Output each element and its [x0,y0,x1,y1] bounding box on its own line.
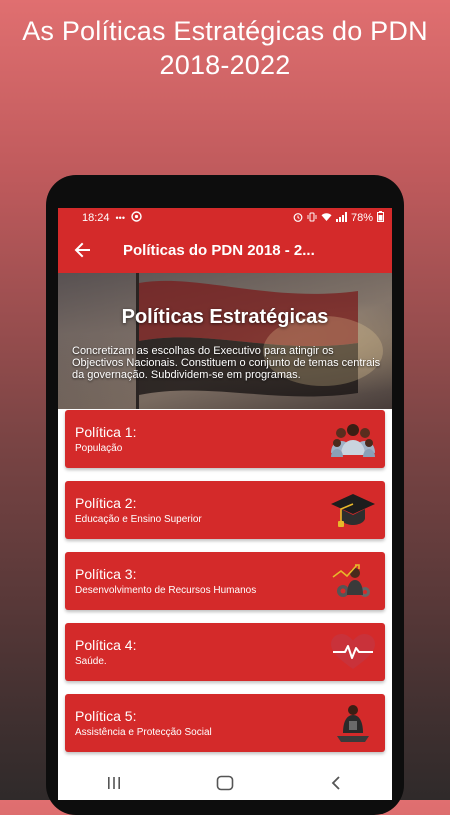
policy-title: Política 2: [75,495,137,511]
policy-subtitle: Saúde. [75,656,107,667]
back-nav-button[interactable] [306,768,366,798]
graduation-cap-icon [331,494,375,527]
population-icon [331,424,375,457]
hero-description: Concretizam as escolhas do Executivo par… [72,345,381,381]
policy-card[interactable]: Política 3: Desenvolvimento de Recursos … [65,552,385,610]
app-bar-title: Políticas do PDN 2018 - 2... [123,241,315,259]
policy-list: Política 1: População Política 2: Educaç… [58,409,392,752]
policy-title: Política 1: [75,424,137,440]
wifi-icon [321,212,332,224]
alarm-icon [293,212,303,224]
policy-subtitle: Assistência e Protecção Social [75,727,212,738]
app-notification-icon [131,211,142,224]
battery-icon [377,211,384,224]
policy-card[interactable]: Política 4: Saúde. [65,623,385,681]
policy-subtitle: População [75,443,123,454]
signal-icon [335,211,347,224]
policy-card[interactable]: Política 5: Assistência e Protecção Soci… [65,694,385,752]
social-assistance-icon [337,705,369,742]
battery-percent: 78% [350,211,373,224]
recent-apps-button[interactable] [84,768,144,798]
hero-title: Políticas Estratégicas [121,306,329,328]
vibrate-icon [307,212,317,224]
notification-dots-icon: ••• [115,212,125,223]
back-button[interactable] [58,227,106,273]
promo-title: As Políticas Estratégicas do PDN 2018-20… [22,16,428,80]
home-button[interactable] [195,768,255,798]
policy-card[interactable]: Política 2: Educação e Ensino Superior [65,481,385,539]
policy-subtitle: Educação e Ensino Superior [75,514,202,525]
system-nav-bar [58,766,392,800]
policy-title: Política 5: [75,708,137,724]
policy-title: Política 3: [75,566,137,582]
app-screen: 18:24 ••• 78% Políticas do PDN 2018 - 2.… [58,208,392,800]
recent-apps-icon [107,777,120,789]
flag-background-image [58,273,392,409]
heartbeat-icon [331,634,375,669]
app-bar: Políticas do PDN 2018 - 2... [58,227,392,273]
arrow-back-icon [74,242,90,258]
chevron-left-icon [332,776,340,790]
status-bar: 18:24 ••• 78% [58,208,392,227]
home-icon [216,775,234,791]
hero-banner: Políticas Estratégicas Concretizam as es… [58,273,392,409]
policy-subtitle: Desenvolvimento de Recursos Humanos [75,585,257,596]
policy-card[interactable]: Política 1: População [65,410,385,468]
status-time: 18:24 [82,211,110,224]
human-resources-icon [332,564,370,597]
policy-title: Política 4: [75,637,137,653]
